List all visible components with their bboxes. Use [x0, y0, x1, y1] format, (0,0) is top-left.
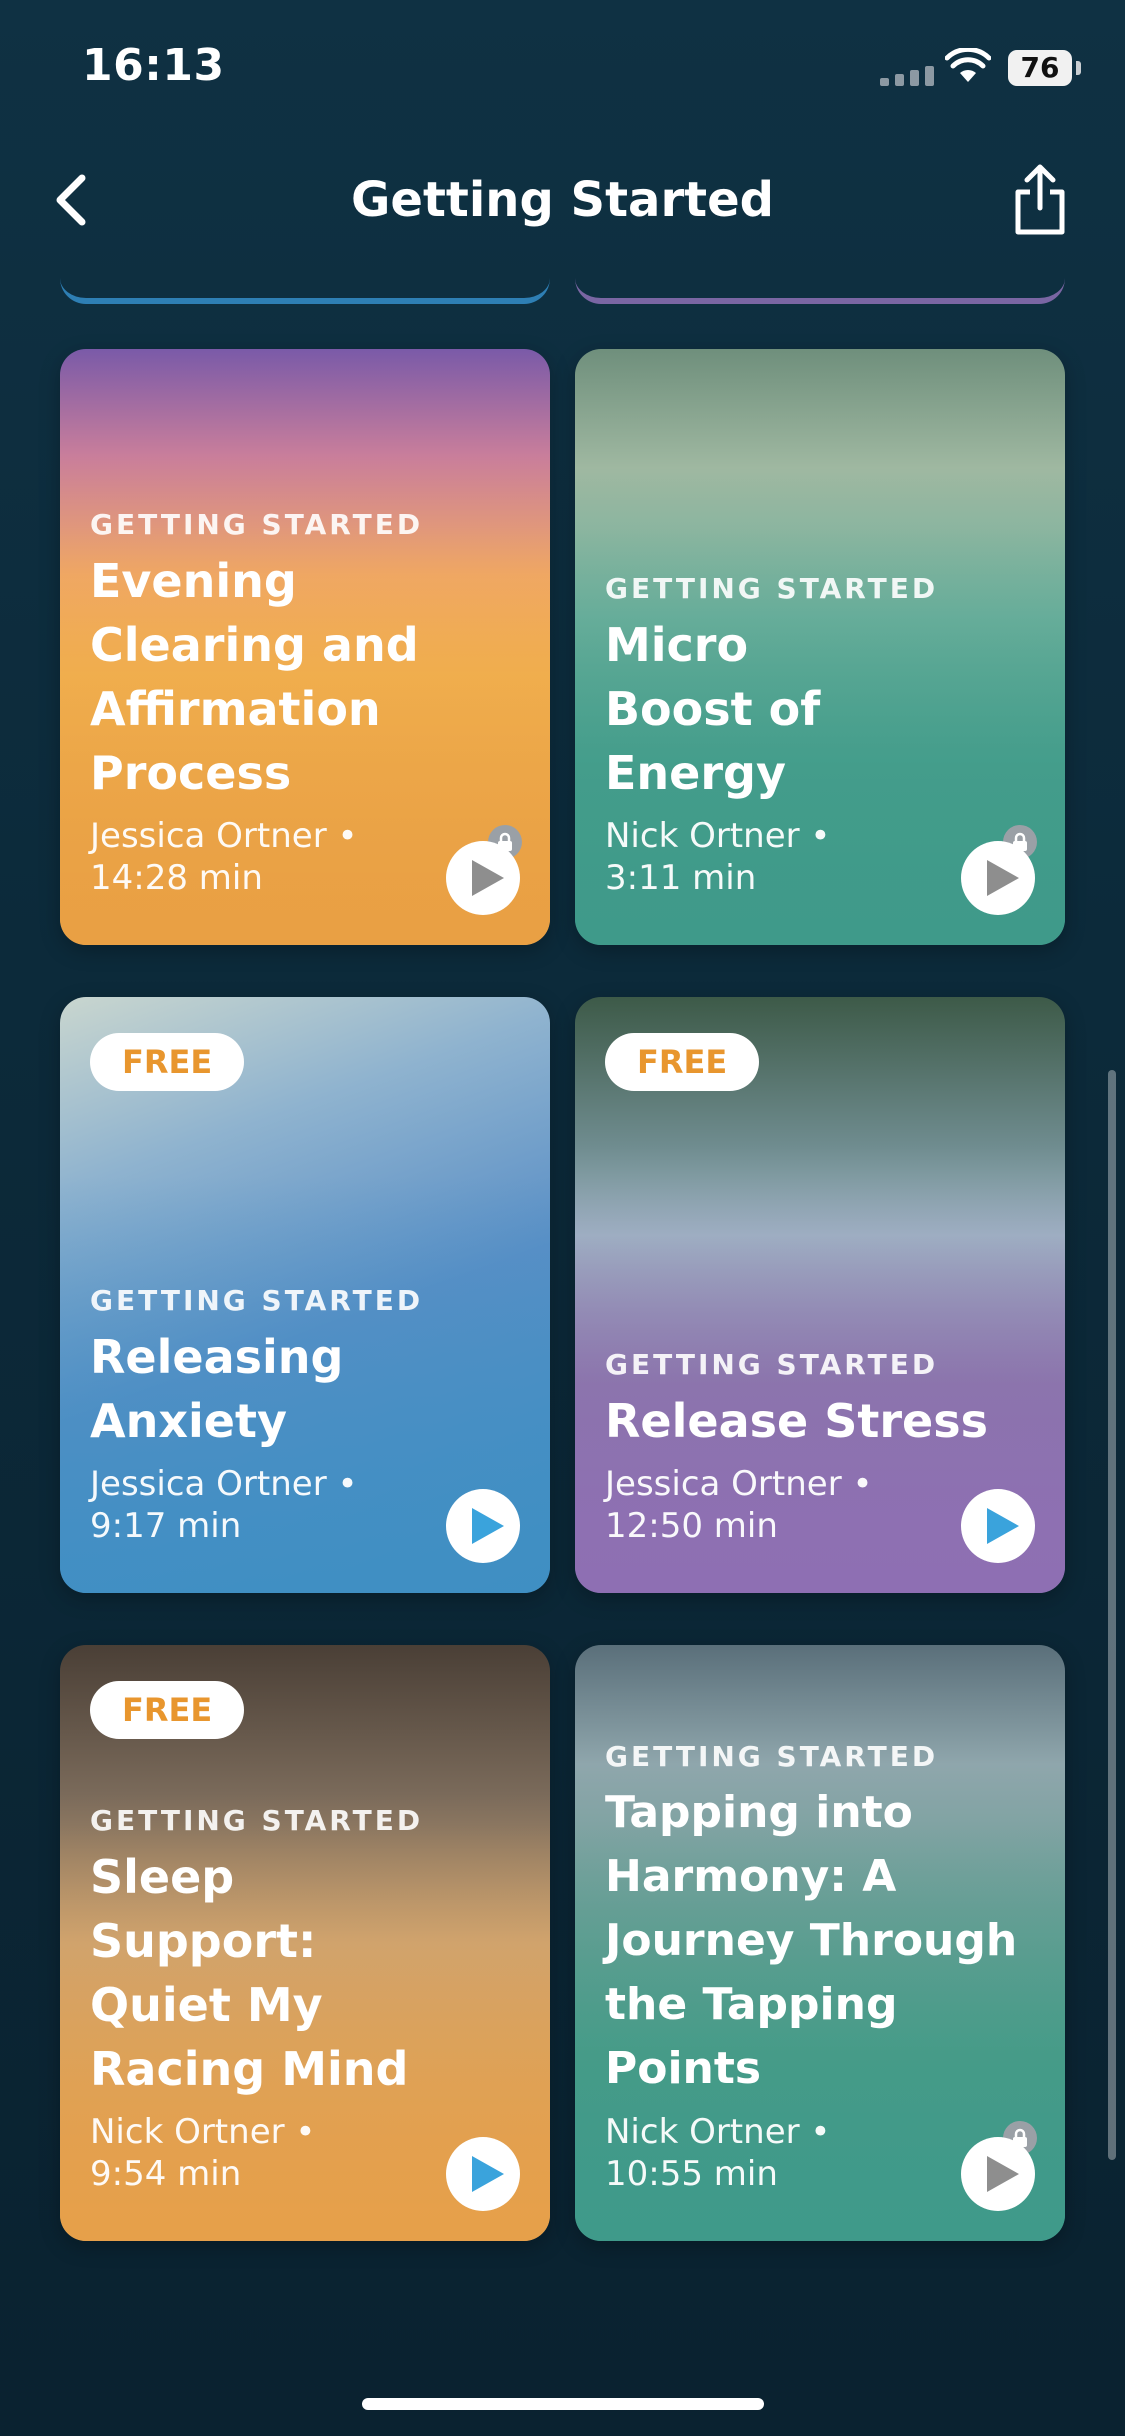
card-author: Jessica Ortner • — [90, 816, 358, 856]
card-content: GETTING STARTED Micro Boost of Energy Ni… — [605, 572, 1035, 899]
play-button[interactable] — [446, 841, 520, 915]
cellular-signal-icon — [880, 66, 934, 86]
play-icon — [472, 2156, 504, 2192]
battery-cap — [1076, 61, 1081, 75]
free-badge: FREE — [90, 1681, 245, 1739]
card-content: GETTING STARTED Tapping into Harmony: A … — [605, 1740, 1035, 2195]
card-title: Evening Clearing and Affirmation Process — [90, 554, 419, 800]
card-title: Micro Boost of Energy — [605, 618, 821, 800]
card-author: Nick Ortner • — [605, 2112, 831, 2152]
play-button[interactable] — [961, 1489, 1035, 1563]
card-author: Nick Ortner • — [90, 2112, 316, 2152]
session-card-evening-clearing[interactable]: GETTING STARTED Evening Clearing and Aff… — [60, 349, 550, 945]
card-category: GETTING STARTED — [605, 1348, 939, 1381]
card-author: Jessica Ortner • — [90, 1464, 358, 1504]
play-button[interactable] — [961, 841, 1035, 915]
wifi-icon — [944, 46, 992, 88]
play-button[interactable] — [446, 2137, 520, 2211]
battery-icon: 76 — [1008, 50, 1072, 86]
card-content: GETTING STARTED Evening Clearing and Aff… — [90, 508, 520, 899]
scrollbar[interactable] — [1108, 1070, 1116, 2160]
session-card-release-stress[interactable]: FREE GETTING STARTED Release Stress Jess… — [575, 997, 1065, 1593]
page-title: Getting Started — [351, 172, 774, 228]
play-button[interactable] — [961, 2137, 1035, 2211]
play-icon — [987, 860, 1019, 896]
card-content: GETTING STARTED Sleep Support: Quiet My … — [90, 1804, 520, 2195]
card-title: Sleep Support: Quiet My Racing Mind — [90, 1850, 409, 2096]
play-icon — [987, 2156, 1019, 2192]
card-author: Nick Ortner • — [605, 816, 831, 856]
free-badge: FREE — [605, 1033, 760, 1091]
session-card-micro-boost[interactable]: GETTING STARTED Micro Boost of Energy Ni… — [575, 349, 1065, 945]
card-category: GETTING STARTED — [90, 508, 424, 541]
session-card-releasing-anxiety[interactable]: FREE GETTING STARTED Releasing Anxiety J… — [60, 997, 550, 1593]
play-icon — [472, 860, 504, 896]
card-title: Releasing Anxiety — [90, 1330, 344, 1448]
free-badge: FREE — [90, 1033, 245, 1091]
card-category: GETTING STARTED — [605, 1740, 939, 1773]
home-indicator[interactable] — [362, 2398, 764, 2410]
card-category: GETTING STARTED — [90, 1284, 424, 1317]
card-title: Tapping into Harmony: A Journey Through … — [605, 1787, 1018, 2094]
share-icon — [1015, 164, 1065, 235]
session-card-tapping-harmony[interactable]: GETTING STARTED Tapping into Harmony: A … — [575, 1645, 1065, 2241]
card-category: GETTING STARTED — [605, 572, 939, 605]
play-button[interactable] — [446, 1489, 520, 1563]
card-category: GETTING STARTED — [90, 1804, 424, 1837]
card-author: Jessica Ortner • — [605, 1464, 873, 1504]
nav-bar: Getting Started — [0, 150, 1125, 250]
status-bar: 16:13 76 — [0, 0, 1125, 130]
play-icon — [987, 1508, 1019, 1544]
status-time: 16:13 — [82, 40, 225, 91]
play-icon — [472, 1508, 504, 1544]
previous-card-edge-right — [575, 270, 1065, 304]
previous-card-edge-left — [60, 270, 550, 304]
card-title: Release Stress — [605, 1394, 988, 1448]
session-card-sleep-support[interactable]: FREE GETTING STARTED Sleep Support: Quie… — [60, 1645, 550, 2241]
share-button[interactable] — [1010, 162, 1070, 238]
